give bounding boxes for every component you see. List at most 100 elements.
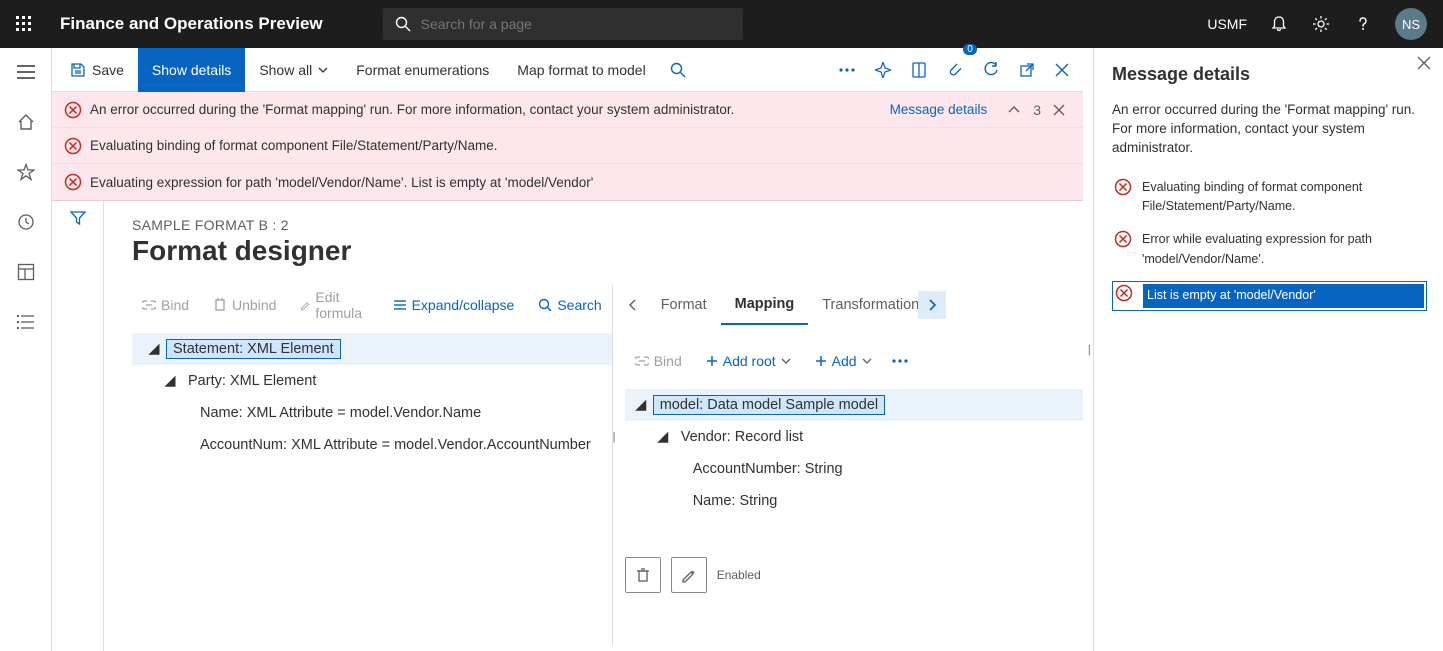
personalize-icon[interactable] [865, 48, 901, 92]
search-input[interactable] [419, 15, 731, 33]
recent-icon[interactable] [10, 206, 42, 238]
tab-format[interactable]: Format [647, 285, 721, 325]
bind-button[interactable]: Bind [132, 289, 199, 321]
close-icon[interactable] [1417, 56, 1431, 75]
bind-button[interactable]: Bind [625, 345, 692, 377]
message-text: An error occurred during the 'Format map… [90, 102, 734, 117]
show-all-button[interactable]: Show all [245, 48, 342, 92]
hamburger-icon[interactable] [10, 56, 42, 88]
save-icon [70, 62, 86, 78]
filter-icon[interactable] [69, 209, 87, 651]
unbind-button[interactable]: Unbind [203, 289, 286, 321]
popout-icon[interactable] [1009, 48, 1045, 92]
chevron-down-icon [862, 356, 872, 366]
tree-node[interactable]: ◢Vendor: Record list [655, 421, 1083, 453]
splitter-handle[interactable]: || [608, 431, 618, 453]
message-area: An error occurred during the 'Format map… [52, 92, 1083, 201]
bell-icon[interactable] [1261, 0, 1297, 48]
tree-node[interactable]: Name: XML Attribute = model.Vendor.Name [194, 397, 612, 429]
avatar[interactable]: NS [1395, 8, 1427, 40]
format-pane: Bind Unbind Edit formula Expand/collapse… [132, 285, 612, 645]
attachments-count: 0 [963, 44, 977, 55]
error-icon [64, 137, 82, 155]
tab-next-icon[interactable] [918, 291, 946, 319]
panel-message-item[interactable]: List is empty at 'model/Vendor' [1112, 281, 1427, 310]
message-row: An error occurred during the 'Format map… [52, 92, 1083, 128]
panel-title: Message details [1112, 64, 1427, 85]
error-icon [1114, 230, 1132, 248]
mapping-pane: || Format Mapping Transformations Bind A… [612, 285, 1083, 645]
save-label: Save [92, 62, 124, 78]
splitter-handle[interactable]: || [1083, 48, 1093, 651]
map-format-button[interactable]: Map format to model [503, 48, 659, 92]
more-icon[interactable] [886, 345, 914, 377]
caret-icon[interactable]: ◢ [162, 373, 178, 389]
tab-mapping[interactable]: Mapping [721, 285, 809, 325]
tree-node[interactable]: ◢model: Data model Sample model [625, 389, 1083, 421]
filter-column [52, 201, 104, 651]
home-icon[interactable] [10, 106, 42, 138]
designer-main: SAMPLE FORMAT B : 2 Format designer Bind… [104, 201, 1083, 651]
mapping-tree: ◢model: Data model Sample model ◢Vendor:… [613, 389, 1083, 517]
panel-description: An error occurred during the 'Format map… [1112, 101, 1427, 158]
tree-node[interactable]: AccountNumber: String [687, 453, 1083, 485]
message-details-link[interactable]: Message details [890, 102, 988, 117]
help-icon[interactable] [1345, 0, 1381, 48]
search-icon [395, 16, 411, 32]
app-launcher-icon[interactable] [8, 0, 40, 48]
tree-node[interactable]: Name: String [687, 485, 1083, 517]
gear-icon[interactable] [1303, 0, 1339, 48]
message-count: 3 [1033, 102, 1041, 118]
panel-message-item[interactable]: Evaluating binding of format component F… [1112, 176, 1427, 219]
error-icon [1115, 284, 1133, 302]
error-icon [1114, 178, 1132, 196]
error-icon [64, 173, 82, 191]
attachments-icon[interactable]: 0 [937, 48, 973, 92]
collapse-messages-icon[interactable] [1007, 103, 1021, 117]
message-row: Evaluating expression for path 'model/Ve… [52, 164, 1083, 200]
message-text: Evaluating binding of format component F… [90, 138, 497, 153]
message-details-panel: Message details An error occurred during… [1093, 48, 1443, 651]
delete-icon[interactable] [625, 557, 661, 593]
page-title: Format designer [132, 235, 1083, 267]
enabled-label: Enabled [717, 568, 761, 582]
dismiss-messages-icon[interactable] [1053, 104, 1065, 116]
search-button[interactable]: Search [528, 289, 611, 321]
topbar: Finance and Operations Preview USMF NS [0, 0, 1443, 48]
edit-icon[interactable] [671, 557, 707, 593]
page-options-icon[interactable] [901, 48, 937, 92]
breadcrumb: SAMPLE FORMAT B : 2 [132, 217, 1083, 233]
modules-icon[interactable] [10, 306, 42, 338]
show-details-button[interactable]: Show details [138, 48, 245, 92]
caret-icon[interactable]: ◢ [633, 397, 649, 413]
add-button[interactable]: Add [805, 345, 882, 377]
left-nav-rail [0, 48, 52, 651]
panel-message-item[interactable]: Error while evaluating expression for pa… [1112, 228, 1427, 271]
message-text: Evaluating expression for path 'model/Ve… [90, 175, 593, 190]
company-selector[interactable]: USMF [1199, 16, 1255, 32]
action-pane: Save Show details Show all Format enumer… [52, 48, 1083, 92]
tree-node[interactable]: ◢Statement: XML Element [132, 333, 612, 365]
chevron-down-icon [318, 65, 328, 75]
refresh-icon[interactable] [973, 48, 1009, 92]
app-title: Finance and Operations Preview [60, 14, 323, 34]
search-box[interactable] [383, 8, 743, 40]
message-row: Evaluating binding of format component F… [52, 128, 1083, 164]
star-icon[interactable] [10, 156, 42, 188]
save-button[interactable]: Save [56, 48, 138, 92]
close-icon[interactable] [1045, 48, 1079, 92]
more-icon[interactable] [829, 48, 865, 92]
expand-collapse-button[interactable]: Expand/collapse [383, 289, 525, 321]
caret-icon[interactable]: ◢ [655, 429, 671, 445]
chevron-down-icon [781, 356, 791, 366]
tab-transformations[interactable]: Transformations [808, 285, 918, 325]
tree-node[interactable]: AccountNum: XML Attribute = model.Vendor… [194, 429, 612, 461]
format-enumerations-button[interactable]: Format enumerations [342, 48, 503, 92]
tab-prev-icon[interactable] [619, 291, 647, 319]
tree-node[interactable]: ◢Party: XML Element [162, 365, 612, 397]
workspaces-icon[interactable] [10, 256, 42, 288]
caret-icon[interactable]: ◢ [146, 341, 162, 357]
search-action-icon[interactable] [660, 48, 696, 92]
edit-formula-button[interactable]: Edit formula [290, 289, 378, 321]
add-root-button[interactable]: Add root [696, 345, 801, 377]
